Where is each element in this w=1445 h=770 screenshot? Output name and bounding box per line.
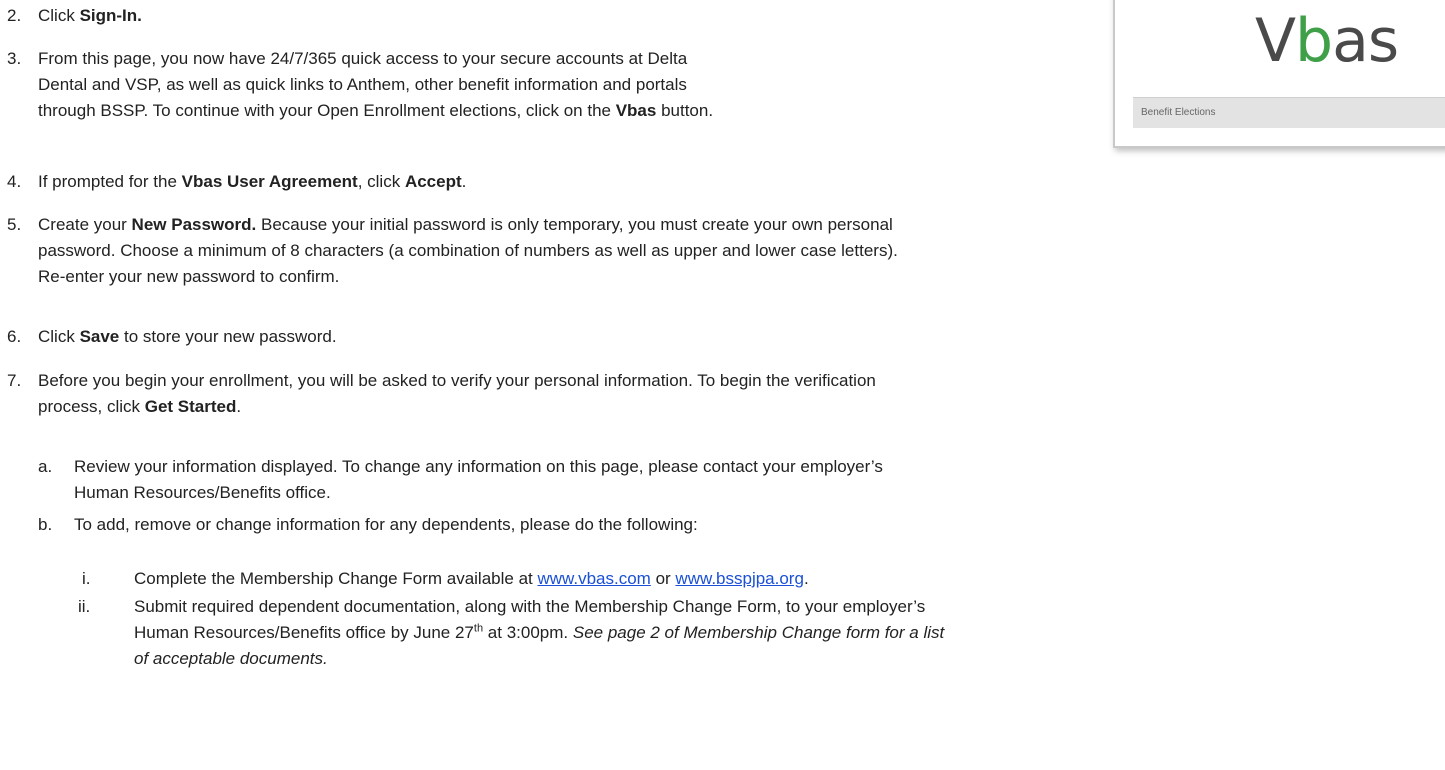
vbas-logo-image: Vbas Benefit Elections <box>1113 0 1445 148</box>
bsspjpa-website-link[interactable]: www.bsspjpa.org <box>675 569 804 588</box>
vbas-logo: Vbas <box>1255 6 1399 76</box>
vbas-website-link[interactable]: www.vbas.com <box>537 569 650 588</box>
sign-in-label: Sign-In. <box>79 6 142 25</box>
benefit-elections-bar: Benefit Elections <box>1133 97 1445 128</box>
